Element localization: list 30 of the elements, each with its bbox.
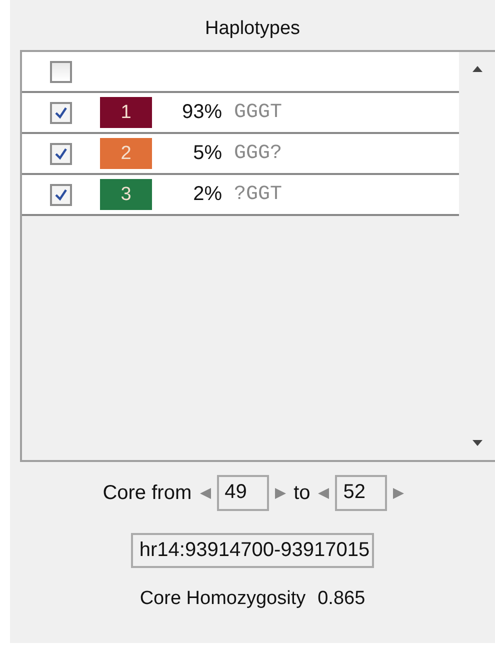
- scroll-down-icon[interactable]: [472, 440, 482, 446]
- decrement-icon[interactable]: [318, 488, 330, 498]
- haplotype-color-label: 1: [100, 97, 152, 128]
- homozygosity-value: 0.865: [318, 588, 366, 610]
- haplotype-color-label: 2: [100, 138, 152, 169]
- homozygosity-label: Core Homozygosity: [140, 588, 306, 610]
- haplotype-checkbox[interactable]: [50, 102, 72, 124]
- haplotype-percent: 2%: [192, 183, 222, 206]
- haplotype-percent: 93%: [180, 101, 222, 124]
- core-to-field[interactable]: 52: [335, 475, 388, 511]
- core-from-field[interactable]: 49: [216, 475, 269, 511]
- decrement-icon[interactable]: [200, 488, 211, 498]
- haplotype-sequence: ?GGT: [234, 183, 282, 206]
- scroll-up-icon[interactable]: [472, 66, 482, 72]
- check-icon: [53, 146, 69, 162]
- increment-icon[interactable]: [393, 488, 404, 498]
- select-all-checkbox[interactable]: [50, 60, 72, 82]
- panel-title: Haplotypes: [204, 18, 300, 40]
- region-field[interactable]: hr14:93914700-93917015: [131, 533, 374, 568]
- haplotype-color-label: 3: [100, 179, 152, 210]
- check-icon: [53, 186, 69, 202]
- haplotype-checkbox[interactable]: [50, 142, 72, 164]
- increment-icon[interactable]: [274, 488, 286, 498]
- haplotype-sequence: GGG?: [234, 142, 282, 165]
- core-from-label: Core from: [102, 482, 192, 504]
- check-icon: [53, 104, 69, 120]
- core-to-label: to: [294, 482, 310, 504]
- haplotype-sequence: GGGT: [234, 101, 282, 124]
- haplotype-checkbox[interactable]: [50, 184, 72, 206]
- haplotype-percent: 5%: [192, 142, 222, 165]
